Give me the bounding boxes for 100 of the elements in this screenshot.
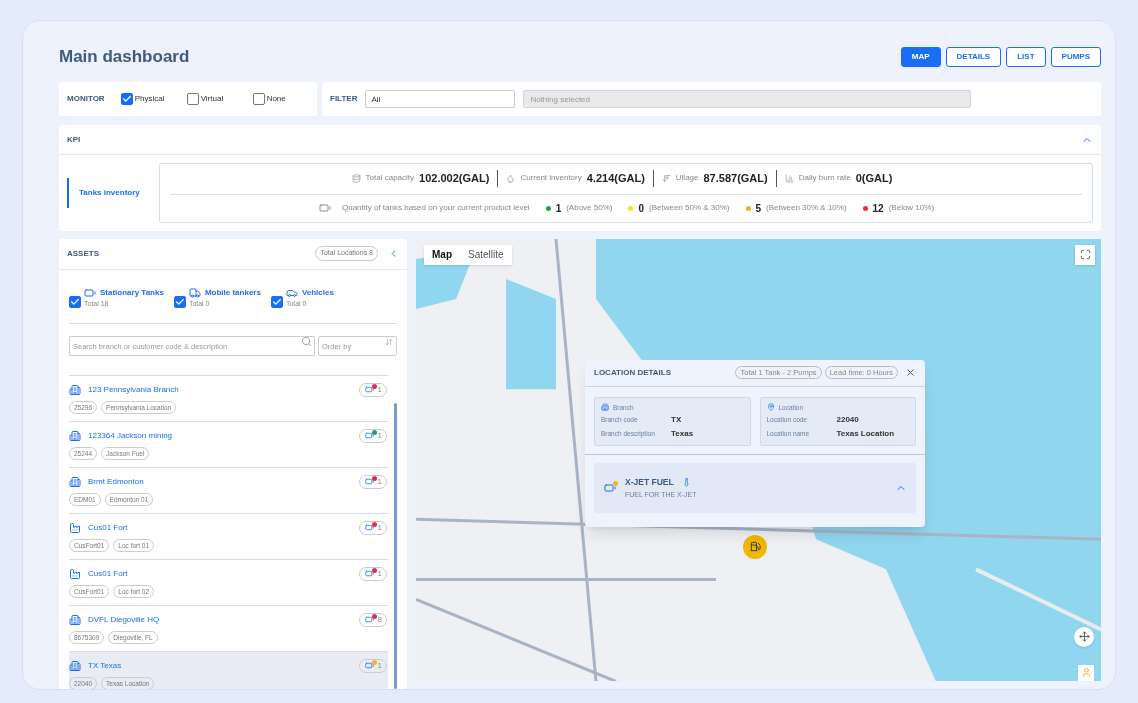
field-value: TX <box>671 414 682 427</box>
metric-icon <box>784 173 794 183</box>
tank-count: 1 <box>377 521 382 534</box>
building-icon <box>69 475 81 488</box>
metric-icon <box>506 173 516 183</box>
tank-count: 1 <box>377 383 382 396</box>
tank-icon <box>363 523 375 533</box>
location-name: Cus01 Fort <box>88 567 128 580</box>
assets-title: ASSETS <box>67 247 99 260</box>
card-icon <box>766 403 775 412</box>
check-icon <box>174 296 185 307</box>
asset-type-label: Stationary Tanks <box>100 286 164 299</box>
fullscreen-icon <box>1079 249 1091 260</box>
monitor-label: MONITOR <box>67 93 105 105</box>
tank-icon <box>317 202 332 214</box>
checkbox[interactable] <box>173 295 186 308</box>
location-name: Cus01 Fort <box>88 521 128 534</box>
check-icon <box>121 94 132 104</box>
metric-value: 0(GAL) <box>855 171 893 186</box>
product-name: X-JET FUEL <box>625 475 674 489</box>
fuel-icon <box>749 541 761 552</box>
check-icon <box>271 296 282 307</box>
popup-title: LOCATION DETAILS <box>594 366 672 379</box>
kpi-title: KPI <box>67 133 81 146</box>
view-tab[interactable]: LIST <box>1006 47 1046 67</box>
metric-label: Total capacity <box>365 172 415 185</box>
view-tab[interactable]: MAP <box>900 47 941 67</box>
metric-icon <box>351 173 361 183</box>
level-count: 5 <box>755 201 762 216</box>
location-name: 123364 Jackson mining <box>88 429 173 442</box>
fullscreen-button[interactable] <box>1075 244 1095 265</box>
metric-label: Current inventory <box>520 172 582 185</box>
building-icon <box>69 429 81 442</box>
location-name: 123 Pennsylvania Branch <box>88 383 179 396</box>
section-tab[interactable]: Tanks inventory <box>67 177 149 208</box>
location-name: DVFL Diegoville HQ <box>88 613 160 626</box>
level-count: 12 <box>872 201 884 216</box>
tank-count: 1 <box>377 567 382 580</box>
search-icon <box>301 335 312 347</box>
location-marker[interactable] <box>743 534 767 559</box>
tank-icon <box>363 431 375 441</box>
tank-count: 8 <box>377 613 382 626</box>
thermometer-icon <box>681 477 691 487</box>
level-count: 1 <box>555 201 562 216</box>
sort-icon <box>385 337 393 346</box>
close-icon[interactable] <box>905 367 916 378</box>
checkbox[interactable] <box>270 295 283 308</box>
level-range: (Between 30% & 10%) <box>766 202 847 214</box>
field-value: Texas Location <box>836 428 895 441</box>
checkbox[interactable] <box>186 93 199 105</box>
checkbox[interactable] <box>252 93 265 105</box>
level-count: 0 <box>638 201 644 216</box>
building-icon <box>69 659 81 672</box>
building-icon <box>69 521 81 534</box>
level-range: (Above 50%) <box>566 202 613 214</box>
tank-icon <box>603 482 617 495</box>
tank-icon <box>363 615 375 625</box>
filter-select[interactable]: Nothing selected <box>523 90 972 108</box>
view-tab[interactable]: PUMPS <box>1050 47 1101 67</box>
tank-count: 1 <box>377 475 382 488</box>
location-name: TX Texas <box>88 659 122 672</box>
card-icon <box>601 403 609 412</box>
asset-type-label: Mobile tankers <box>204 286 261 299</box>
building-icon <box>69 383 81 396</box>
level-range: (Below 10%) <box>888 202 935 214</box>
metric-icon <box>661 173 671 183</box>
map-mode-tab[interactable]: Map <box>424 244 460 265</box>
building-icon <box>69 613 81 626</box>
asset-type-label: Vehicles <box>301 286 334 299</box>
scrollbar-thumb[interactable] <box>394 403 397 689</box>
field-value: Texas <box>671 428 694 441</box>
metric-label: Ullage <box>675 172 699 185</box>
tank-icon <box>363 661 375 671</box>
checkbox[interactable] <box>69 295 81 308</box>
metric-value: 87.587(GAL) <box>703 171 768 186</box>
checkbox-label: None <box>266 93 286 105</box>
metric-value: 4.214(GAL) <box>586 171 645 186</box>
building-icon <box>69 567 81 580</box>
tank-icon <box>363 385 375 395</box>
checkbox-label: Virtual <box>200 93 224 105</box>
checkbox[interactable] <box>120 93 133 105</box>
metric-value: 102.002(GAL) <box>419 171 490 186</box>
tank-icon <box>363 569 375 579</box>
metric-label: Daily burn rate <box>798 172 851 185</box>
tank-count: 1 <box>377 659 382 672</box>
level-range: (Between 50% & 30%) <box>649 202 730 214</box>
levels-label: Quantity of tanks based on your current product level <box>341 202 530 214</box>
field-value: 22040 <box>836 414 859 427</box>
checkbox-label: Physical <box>134 93 165 105</box>
view-tab[interactable]: DETAILS <box>945 47 1002 67</box>
filter-input[interactable]: All <box>365 90 516 108</box>
person-icon <box>1080 667 1092 678</box>
filter-label: FILTER <box>330 93 358 105</box>
asset-type-icon <box>187 286 202 299</box>
map-mode-tab[interactable]: Satellite <box>460 244 512 265</box>
pan-icon <box>1078 631 1090 642</box>
tank-icon <box>363 477 375 487</box>
tank-count: 1 <box>377 429 382 442</box>
check-icon <box>70 296 80 307</box>
page-title: Main dashboard <box>59 46 190 69</box>
